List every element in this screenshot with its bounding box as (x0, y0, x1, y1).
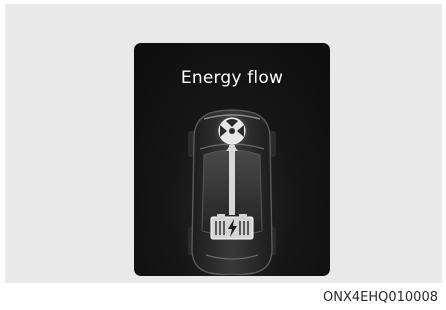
cluster-display: Energy flow (134, 43, 330, 276)
battery-icon (210, 214, 254, 240)
figure-caption: ONX4EHQ010008 (323, 290, 438, 305)
figure-background: Energy flow (5, 4, 442, 283)
screen-title: Energy flow (180, 68, 284, 88)
motor-icon (218, 117, 246, 145)
car-top-view-icon (188, 109, 276, 275)
